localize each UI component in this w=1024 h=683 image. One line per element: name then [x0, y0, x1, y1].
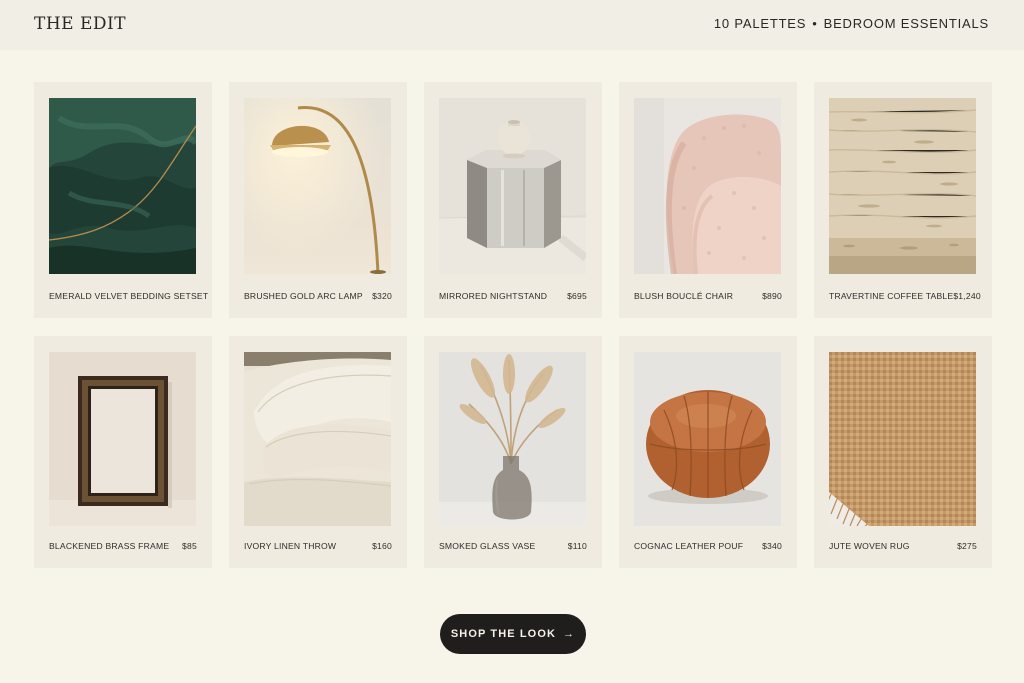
product-price: $890 [762, 291, 782, 301]
product-name[interactable]: IVORY LINEN THROW [244, 541, 336, 551]
palette-count: 10 PALETTES [713, 16, 807, 31]
product-price: $275 [957, 541, 977, 551]
product-price: $110 [567, 541, 587, 551]
product-name[interactable]: COGNAC LEATHER POUF [634, 541, 743, 551]
product-card[interactable]: EMERALD VELVET BEDDING SET SET [34, 82, 212, 318]
product-image-smoked-glass-vase[interactable] [439, 352, 586, 526]
product-card[interactable]: SMOKED GLASS VASE $110 [424, 336, 602, 568]
product-caption: MIRRORED NIGHTSTAND $695 [439, 291, 587, 301]
product-price: $695 [567, 291, 587, 301]
product-caption: BLACKENED BRASS FRAME $85 [49, 541, 197, 551]
product-image-emerald-velvet-bedding[interactable] [49, 98, 196, 274]
site-header: THE EDIT 10 PALETTES • BEDROOM ESSENTIALS [0, 0, 1024, 50]
product-name[interactable]: JUTE WOVEN RUG [829, 541, 910, 551]
product-card[interactable]: JUTE WOVEN RUG $275 [814, 336, 992, 568]
product-card[interactable]: BLUSH BOUCLÉ CHAIR $890 [619, 82, 797, 318]
product-name[interactable]: EMERALD VELVET BEDDING SET [49, 291, 191, 301]
product-caption: BLUSH BOUCLÉ CHAIR $890 [634, 291, 782, 301]
product-image-travertine-coffee-table[interactable] [829, 98, 976, 274]
brand-logo[interactable]: THE EDIT [34, 14, 126, 34]
product-image-mirrored-nightstand[interactable] [439, 98, 586, 274]
product-caption: BRUSHED GOLD ARC LAMP $320 [244, 291, 392, 301]
product-card[interactable]: BRUSHED GOLD ARC LAMP $320 [229, 82, 407, 318]
product-caption: IVORY LINEN THROW $160 [244, 541, 392, 551]
header-meta: 10 PALETTES • BEDROOM ESSENTIALS [714, 16, 989, 31]
product-caption: COGNAC LEATHER POUF $340 [634, 541, 782, 551]
product-card[interactable]: IVORY LINEN THROW $160 [229, 336, 407, 568]
product-name[interactable]: SMOKED GLASS VASE [439, 541, 535, 551]
product-price: $160 [372, 541, 392, 551]
product-card[interactable]: MIRRORED NIGHTSTAND $695 [424, 82, 602, 318]
product-image-cognac-leather-pouf[interactable] [634, 352, 781, 526]
meta-separator: • [812, 16, 818, 31]
product-grid: EMERALD VELVET BEDDING SET SET BRUSHED G… [34, 82, 992, 568]
product-card[interactable]: TRAVERTINE COFFEE TABLE $1,240 [814, 82, 992, 318]
arrow-right-icon: → [563, 628, 576, 640]
shop-the-look-label: SHOP THE LOOK [450, 628, 557, 640]
product-price: $85 [182, 541, 197, 551]
product-name[interactable]: BRUSHED GOLD ARC LAMP [244, 291, 363, 301]
product-caption: EMERALD VELVET BEDDING SET SET [49, 291, 208, 301]
product-caption: SMOKED GLASS VASE $110 [439, 541, 587, 551]
product-name[interactable]: MIRRORED NIGHTSTAND [439, 291, 547, 301]
product-name[interactable]: BLUSH BOUCLÉ CHAIR [634, 291, 733, 301]
section-title: BEDROOM ESSENTIALS [823, 16, 989, 31]
product-caption: TRAVERTINE COFFEE TABLE $1,240 [829, 291, 981, 301]
product-image-brushed-gold-arc-lamp[interactable] [244, 98, 391, 274]
product-card[interactable]: COGNAC LEATHER POUF $340 [619, 336, 797, 568]
product-name[interactable]: BLACKENED BRASS FRAME [49, 541, 169, 551]
product-name[interactable]: TRAVERTINE COFFEE TABLE [829, 291, 953, 301]
product-price: $340 [762, 541, 782, 551]
shop-the-look-button[interactable]: SHOP THE LOOK → [440, 614, 586, 654]
product-price: $1,240 [953, 291, 981, 301]
product-image-ivory-linen-throw[interactable] [244, 352, 391, 526]
product-image-jute-woven-rug[interactable] [829, 352, 976, 526]
product-price: $320 [372, 291, 392, 301]
product-image-blackened-brass-frame[interactable] [49, 352, 196, 526]
product-card[interactable]: BLACKENED BRASS FRAME $85 [34, 336, 212, 568]
product-caption: JUTE WOVEN RUG $275 [829, 541, 977, 551]
product-image-blush-boucle-chair[interactable] [634, 98, 781, 274]
product-price: SET [190, 291, 209, 301]
